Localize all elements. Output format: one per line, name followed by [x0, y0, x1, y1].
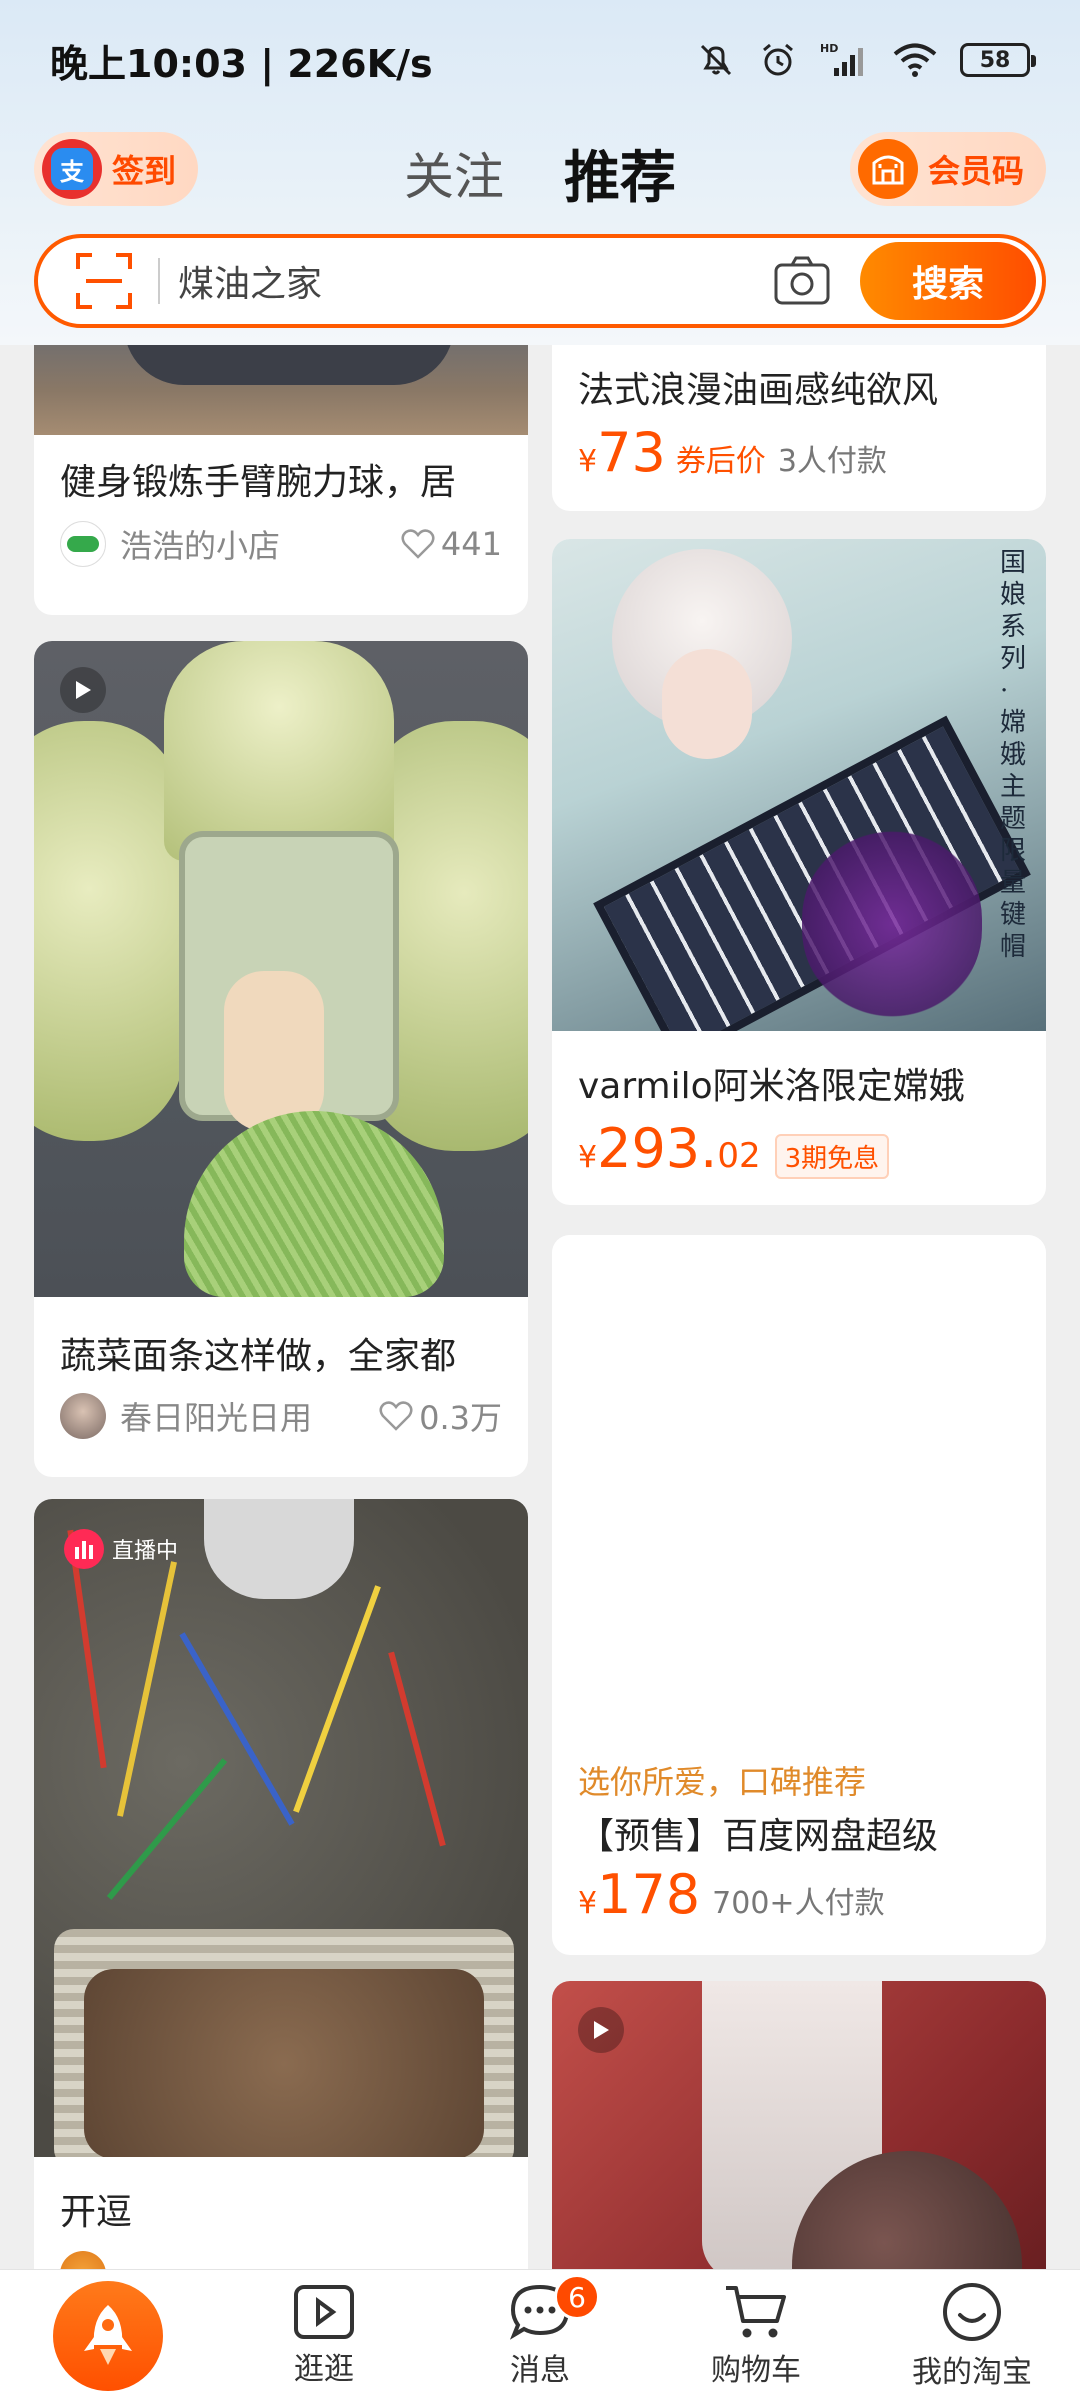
- feed-card[interactable]: [552, 1981, 1046, 2269]
- sold-count: 700+人付款: [712, 1886, 885, 1921]
- card-subtitle: 选你所爱，口碑推荐: [578, 1763, 867, 1801]
- search-divider: [158, 258, 160, 304]
- shop-avatar: [60, 521, 106, 567]
- bottom-nav: 逛逛 消息 6 购物车 我的淘宝: [0, 2269, 1080, 2400]
- checkin-label: 签到: [112, 152, 177, 190]
- price: 178: [597, 1863, 701, 1926]
- product-video-thumbnail: [34, 641, 528, 1297]
- scan-icon[interactable]: [74, 251, 134, 311]
- product-title: varmilo阿米洛限定嫦娥: [578, 1066, 965, 1107]
- nav-home[interactable]: [0, 2270, 216, 2400]
- rocket-icon: [53, 2280, 163, 2391]
- price-decimal: 02: [717, 1136, 761, 1176]
- heart-icon: [401, 529, 435, 559]
- nav-label: 逛逛: [294, 2351, 354, 2387]
- product-title: 健身锻炼手臂腕力球，居: [60, 462, 457, 503]
- price-row: ¥ 293. 02 3期免息: [578, 1117, 1026, 1180]
- live-badge: 直播中: [64, 1527, 178, 1571]
- checkin-button[interactable]: 支 签到: [34, 132, 199, 206]
- svg-text:HD: HD: [820, 42, 838, 55]
- currency-symbol: ¥: [578, 1140, 598, 1175]
- video-play-icon: [294, 2284, 354, 2339]
- product-title: 蔬菜面条这样做，全家都: [60, 1336, 457, 1377]
- nav-label: 我的淘宝: [912, 2354, 1032, 2390]
- product-title: 【预售】百度网盘超级: [578, 1816, 939, 1857]
- message-count-badge: 6: [554, 2274, 600, 2320]
- nav-messages[interactable]: 消息 6: [432, 2270, 648, 2400]
- currency-symbol: ¥: [578, 444, 598, 479]
- status-time: 晚上10:03 | 226K/s: [50, 41, 433, 86]
- shop-name: 浩浩的小店: [120, 527, 281, 565]
- price: 73: [597, 421, 666, 484]
- store-icon: [857, 139, 918, 199]
- battery-indicator: 58: [960, 43, 1036, 77]
- shop-avatar: [60, 1393, 106, 1439]
- likes-count: 441: [440, 525, 502, 563]
- nav-label: 消息: [510, 2352, 570, 2388]
- shop-row: 春日阳光日用 0.3万: [60, 1393, 502, 1439]
- feed-card[interactable]: 健身锻炼手臂腕力球，居 浩浩的小店 441: [34, 345, 528, 615]
- member-code-button[interactable]: 会员码: [849, 132, 1046, 206]
- feed-card[interactable]: 法式浪漫油画感纯欲风 ¥ 73 券后价 3人付款: [552, 345, 1046, 511]
- smiley-face-icon: [943, 2282, 1001, 2341]
- shopping-cart-icon: [726, 2285, 786, 2337]
- likes[interactable]: 0.3万: [379, 1393, 502, 1439]
- signal-icon: HD: [820, 42, 863, 76]
- nav-guangguang[interactable]: 逛逛: [216, 2270, 432, 2400]
- search-button[interactable]: 搜索: [860, 242, 1036, 320]
- currency-symbol: ¥: [578, 1886, 598, 1921]
- product-image-placeholder: [552, 1235, 1046, 1755]
- alipay-glyph: 支: [51, 148, 93, 190]
- product-feed[interactable]: 健身锻炼手臂腕力球，居 浩浩的小店 441 蔬菜面条这样做，全家都 春日阳光日用…: [0, 345, 1080, 2269]
- tab-follow[interactable]: 关注: [404, 137, 504, 209]
- member-code-label: 会员码: [927, 152, 1024, 190]
- nav-label: 购物车: [711, 2352, 801, 2388]
- image-vertical-text: 国娘系列·嫦娥 主题限量键帽: [1000, 548, 1027, 962]
- live-icon: [64, 1529, 104, 1569]
- camera-icon[interactable]: [772, 251, 832, 311]
- likes-count: 0.3万: [419, 1399, 502, 1437]
- product-title: 法式浪漫油画感纯欲风: [578, 370, 939, 411]
- mute-bell-icon: [700, 44, 732, 76]
- alarm-icon: [763, 43, 793, 76]
- feed-card[interactable]: 直播中 开逗: [34, 1499, 528, 2269]
- top-nav: 关注 推荐 支 签到 会员码: [0, 128, 1080, 218]
- product-video-thumbnail: [552, 1981, 1046, 2269]
- tab-recommend[interactable]: 推荐: [564, 133, 676, 214]
- status-bar: 晚上10:03 | 226K/s HD 58: [0, 0, 1080, 120]
- video-play-icon: [60, 667, 106, 713]
- product-image: [34, 345, 528, 435]
- feed-card[interactable]: 国娘系列·嫦娥 主题限量键帽 varmilo阿米洛限定嫦娥 ¥ 293. 02 …: [552, 539, 1046, 1205]
- likes[interactable]: 441: [401, 525, 502, 563]
- shop-row: 浩浩的小店 441: [60, 521, 502, 567]
- heart-icon: [379, 1401, 413, 1431]
- price: 293.: [597, 1117, 718, 1180]
- shop-row: [60, 2251, 502, 2269]
- price-row: ¥ 178 700+人付款: [578, 1863, 1026, 1926]
- status-icons: HD 58: [696, 40, 1036, 80]
- nav-my-taobao[interactable]: 我的淘宝: [864, 2270, 1080, 2400]
- feed-card[interactable]: 蔬菜面条这样做，全家都 春日阳光日用 0.3万: [34, 641, 528, 1477]
- live-label: 直播中: [112, 1539, 179, 1564]
- sold-count: 3人付款: [777, 444, 887, 479]
- feed-card[interactable]: 选你所爱，口碑推荐 【预售】百度网盘超级 ¥ 178 700+人付款: [552, 1235, 1046, 1955]
- product-title: 开逗: [60, 2192, 133, 2233]
- product-image: 国娘系列·嫦娥 主题限量键帽: [552, 539, 1046, 1031]
- installment-tag: 3期免息: [774, 1134, 890, 1179]
- price-row: ¥ 73 券后价 3人付款: [578, 421, 1026, 484]
- video-play-icon: [578, 2007, 624, 2053]
- shop-avatar: [60, 2251, 106, 2269]
- price-note: 券后价: [675, 444, 766, 479]
- search-input[interactable]: 煤油之家: [178, 255, 772, 307]
- search-bar[interactable]: 煤油之家 搜索: [34, 234, 1046, 328]
- alipay-icon: 支: [42, 139, 102, 199]
- nav-cart[interactable]: 购物车: [648, 2270, 864, 2400]
- live-stream-thumbnail: 直播中: [34, 1499, 528, 2157]
- wifi-icon: [893, 43, 937, 77]
- shop-name: 春日阳光日用: [120, 1399, 313, 1437]
